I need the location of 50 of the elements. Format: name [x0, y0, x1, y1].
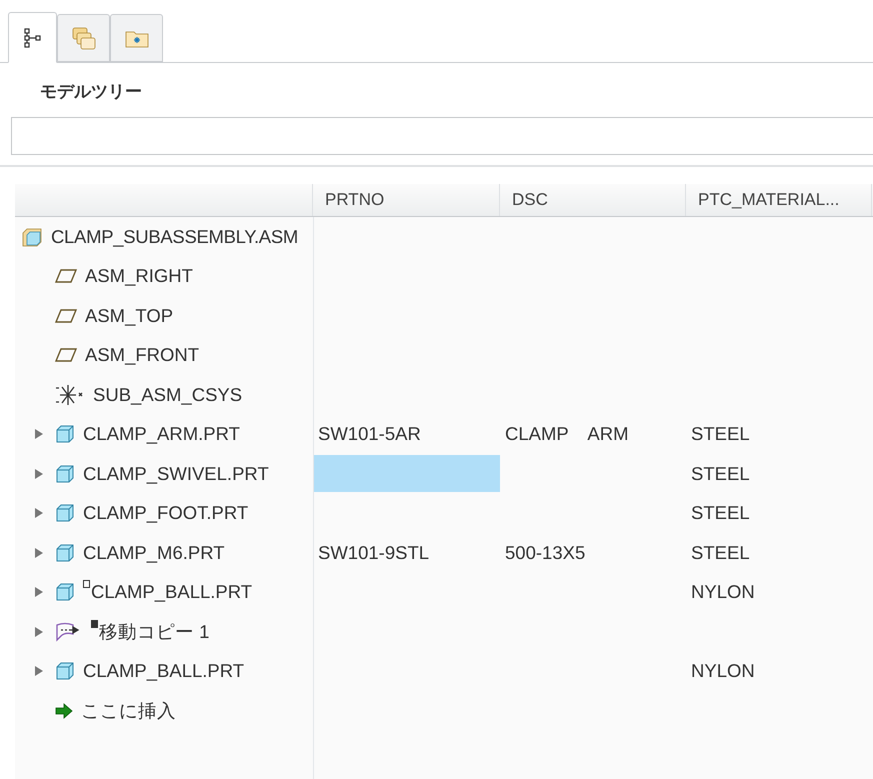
panel-tab[interactable] [8, 12, 57, 63]
expand-arrow-icon[interactable] [34, 626, 44, 638]
table-cell-text: STEEL [690, 462, 751, 486]
arrow-icon [55, 702, 73, 719]
cube-icon [55, 503, 75, 524]
tree-item[interactable]: 移動コピー 1 [99, 618, 210, 646]
tree-item[interactable]: ASM_FRONT [85, 341, 200, 370]
tree-item[interactable]: SUB_ASM_CSYS [93, 380, 242, 409]
column-header[interactable]: DSC [500, 184, 686, 216]
tree-icon [24, 28, 42, 48]
expand-arrow-icon[interactable] [34, 665, 44, 678]
plane-icon [55, 347, 77, 364]
column-header[interactable]: PRTNO [313, 184, 500, 216]
tree-item[interactable]: CLAMP_BALL.PRT [83, 657, 244, 686]
tree-item[interactable]: CLAMP_M6.PRT [83, 538, 225, 567]
tree-item[interactable]: CLAMP_BALL.PRT [91, 578, 252, 606]
plane-icon [55, 268, 77, 284]
table-cell-text: STEEL [690, 501, 751, 526]
table-cell-text: SW101-5AR [317, 422, 422, 446]
tree-item[interactable]: CLAMP_FOOT.PRT [83, 499, 248, 528]
expand-arrow-icon[interactable] [34, 546, 44, 559]
table-cell-text: NYLON [690, 580, 756, 604]
tree-item[interactable]: ASM_TOP [85, 302, 174, 330]
column-header[interactable]: PTC_MATERIAL... [686, 184, 872, 216]
plane-icon [55, 308, 77, 324]
tree-item[interactable]: CLAMP_ARM.PRT [83, 420, 240, 448]
table-cell-text: CLAMP ARM [504, 422, 630, 446]
panel-title: モデルツリー [39, 81, 143, 103]
search-field[interactable] [11, 117, 873, 155]
tree-item[interactable]: CLAMP_SWIVEL.PRT [83, 460, 269, 488]
table-cell-text: STEEL [690, 540, 751, 565]
table-cell-text: 500-13X5 [504, 540, 586, 565]
table-cell-text: SW101-9STL [317, 540, 430, 565]
tree-item[interactable]: CLAMP_SUBASSEMBLY.ASM [51, 222, 298, 251]
expand-arrow-icon[interactable] [34, 468, 44, 480]
expand-arrow-icon[interactable] [34, 507, 44, 520]
cube-icon [55, 582, 75, 602]
table-cell-text: STEEL [690, 422, 751, 446]
assembly-icon [21, 226, 43, 247]
cube-icon [55, 661, 75, 682]
cube-icon [55, 542, 75, 563]
tree-item[interactable]: ここに挿入 [81, 696, 176, 725]
cube-icon [55, 424, 75, 444]
tree-item[interactable]: ASM_RIGHT [85, 262, 193, 290]
expand-arrow-icon[interactable] [34, 428, 44, 440]
coordinate-system-icon [55, 384, 85, 406]
folders-icon [72, 26, 96, 50]
cube-icon [55, 464, 75, 484]
expand-arrow-icon[interactable] [34, 586, 44, 598]
table-cell-text: NYLON [690, 659, 756, 684]
